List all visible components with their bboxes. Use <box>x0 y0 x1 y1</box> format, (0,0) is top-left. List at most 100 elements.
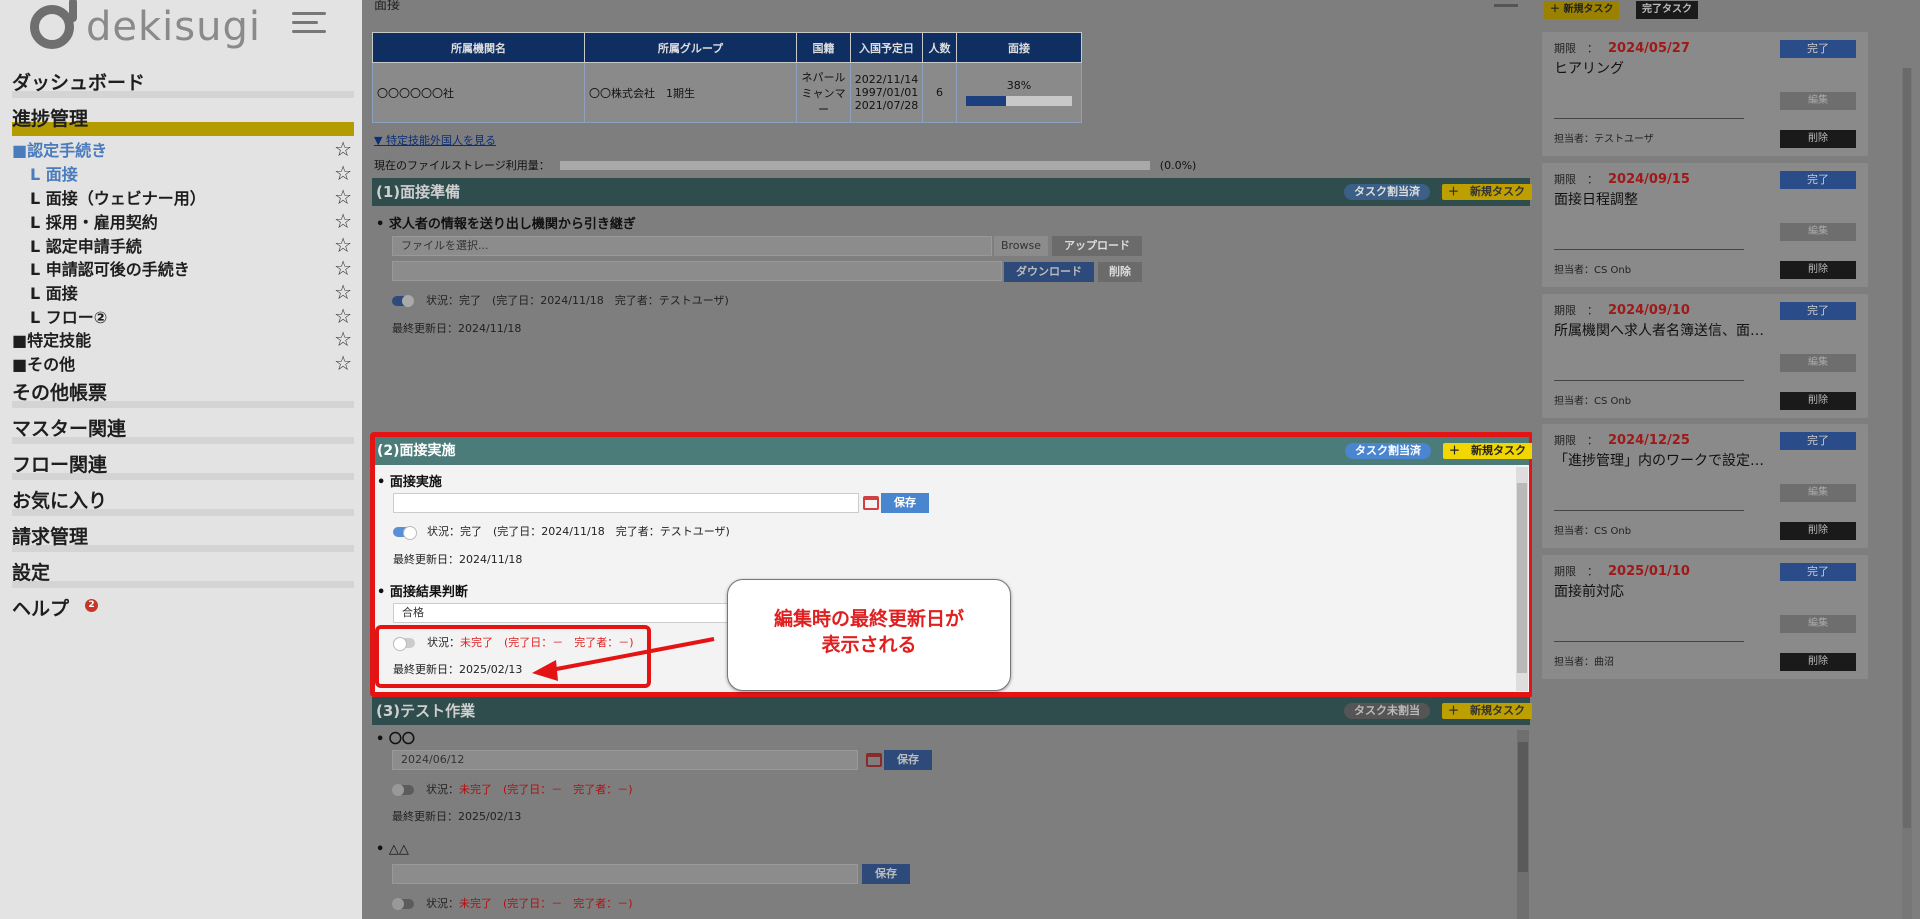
show-workers-link[interactable]: ▼ 特定技能外国人を見る <box>374 132 496 148</box>
logo[interactable]: dekisugi <box>30 0 261 52</box>
sidebar-item-webinar[interactable]: L 面接（ウェビナー用） ☆ <box>30 185 352 209</box>
task-title: ヒアリング <box>1554 61 1624 77</box>
save-button[interactable]: 保存 <box>862 864 910 884</box>
panel-scrollbar[interactable] <box>1902 68 1912 919</box>
new-task-button[interactable]: ＋ 新規タスク <box>1442 703 1536 719</box>
delete-button[interactable]: 削除 <box>1780 130 1856 148</box>
owner-text: 担当者：テストユーザ <box>1554 134 1654 145</box>
cell-group: 〇〇株式会社 1期生 <box>584 62 797 123</box>
calendar-icon[interactable] <box>863 496 879 510</box>
sidebar-item-mensetsu-2[interactable]: L 面接 ☆ <box>30 280 352 304</box>
date-input[interactable]: 2024/06/12 <box>392 750 858 770</box>
star-icon[interactable]: ☆ <box>334 137 352 161</box>
last-updated: 最終更新日：2024/11/18 <box>392 322 522 335</box>
edit-button[interactable]: 編集 <box>1780 92 1856 110</box>
star-icon[interactable]: ☆ <box>334 185 352 209</box>
due-date: 期限 ： 2024/05/27 <box>1554 41 1690 56</box>
edit-button[interactable]: 編集 <box>1780 354 1856 372</box>
delete-button[interactable]: 削除 <box>1780 261 1856 279</box>
new-task-top-button[interactable]: ＋ 新規タスク <box>1544 1 1620 19</box>
callout-annotation: 編集時の最終更新日が 表示される <box>727 579 1011 691</box>
task-card[interactable]: 期限 ： 2025/01/10 面接前対応 完了 編集 担当者：曲沼 削除 <box>1542 555 1868 679</box>
sidebar-item-after-approval[interactable]: L 申請認可後の手続き ☆ <box>30 256 352 280</box>
status-toggle[interactable] <box>393 526 417 540</box>
task-label: • 求人者の情報を送り出し機関から引き継ぎ <box>376 217 636 232</box>
sidebar-item-mensetsu[interactable]: L 面接 ☆ <box>30 161 352 185</box>
nav-billing[interactable]: 請求管理 <box>12 522 354 552</box>
done-tasks-button[interactable]: 完了タスク <box>1636 1 1698 19</box>
status-toggle[interactable] <box>392 898 414 910</box>
star-icon[interactable]: ☆ <box>334 256 352 280</box>
delete-button[interactable]: 削除 <box>1780 653 1856 671</box>
table-row[interactable]: 〇〇〇〇〇〇社 〇〇株式会社 1期生 ネパール ミャンマー 2022/11/14 1… <box>372 62 1082 123</box>
status-toggle[interactable] <box>392 784 414 796</box>
delete-button[interactable]: 削除 <box>1098 262 1142 282</box>
sidebar-item-tokutei[interactable]: ■特定技能 ☆ <box>12 327 352 351</box>
nav-settings[interactable]: 設定 <box>12 558 354 588</box>
sidebar-collapse-icon[interactable] <box>292 12 328 40</box>
task-card[interactable]: 期限 ： 2024/05/27 ヒアリング 完了 編集 担当者：テストユーザ 削除 <box>1542 32 1868 156</box>
due-date: 期限 ： 2024/12/25 <box>1554 433 1690 448</box>
table-header: 入国予定日 <box>850 32 923 63</box>
complete-button[interactable]: 完了 <box>1780 432 1856 450</box>
edit-button[interactable]: 編集 <box>1780 615 1856 633</box>
sidebar-item-application[interactable]: L 認定申請手続 ☆ <box>30 233 352 257</box>
sidebar-item-nintei[interactable]: ■認定手続き ☆ <box>12 137 352 161</box>
edit-button[interactable]: 編集 <box>1780 484 1856 502</box>
star-icon[interactable]: ☆ <box>334 161 352 185</box>
complete-button[interactable]: 完了 <box>1780 302 1856 320</box>
file-input[interactable]: ファイルを選択... <box>392 236 992 256</box>
table-header: 面接 <box>956 32 1082 63</box>
nav-flow[interactable]: フロー関連 <box>12 450 354 480</box>
text-input[interactable] <box>392 864 858 884</box>
section1-header: (1)面接準備 タスク割当済 ＋ 新規タスク <box>372 178 1536 206</box>
star-icon[interactable]: ☆ <box>334 327 352 351</box>
complete-button[interactable]: 完了 <box>1780 171 1856 189</box>
sidebar-item-flow2[interactable]: L フロー② ☆ <box>30 304 352 328</box>
menu-icon[interactable] <box>1494 0 1526 12</box>
delete-button[interactable]: 削除 <box>1780 522 1856 540</box>
task-assigned-pill[interactable]: タスク割当済 <box>1345 443 1431 459</box>
star-icon[interactable]: ☆ <box>334 304 352 328</box>
upload-button[interactable]: アップロード <box>1052 236 1142 256</box>
calendar-icon[interactable] <box>866 753 882 767</box>
nav-other-forms[interactable]: その他帳票 <box>12 378 354 408</box>
complete-button[interactable]: 完了 <box>1780 563 1856 581</box>
storage-usage: 現在のファイルストレージ利用量： (0.0%) <box>374 158 1197 173</box>
star-icon[interactable]: ☆ <box>334 280 352 304</box>
section-scrollbar[interactable] <box>1516 467 1528 691</box>
download-button[interactable]: ダウンロード <box>1004 262 1094 282</box>
nav-favorites[interactable]: お気に入り <box>12 486 354 516</box>
task-assigned-pill[interactable]: タスク割当済 <box>1344 184 1430 200</box>
nav-progress[interactable]: 進捗管理 <box>12 104 354 136</box>
new-task-button[interactable]: ＋ 新規タスク <box>1443 443 1537 459</box>
star-icon[interactable]: ☆ <box>334 233 352 257</box>
new-task-button[interactable]: ＋ 新規タスク <box>1442 184 1536 200</box>
delete-button[interactable]: 削除 <box>1780 392 1856 410</box>
save-button[interactable]: 保存 <box>881 493 929 513</box>
nav-help[interactable]: ヘルプ 2 <box>12 594 354 621</box>
table-header: 人数 <box>922 32 957 63</box>
result-select[interactable]: 合格 <box>393 603 733 623</box>
nav-master[interactable]: マスター関連 <box>12 414 354 444</box>
task-card[interactable]: 期限 ： 2024/09/10 所属機関へ求人者名簿送信、面… 完了 編集 担当者… <box>1542 294 1868 418</box>
task-card[interactable]: 期限 ： 2024/09/15 面接日程調整 完了 編集 担当者：CS Onb 削… <box>1542 163 1868 287</box>
star-icon[interactable]: ☆ <box>334 351 352 375</box>
table-header: 所属グループ <box>584 32 797 63</box>
task-unassigned-pill[interactable]: タスク未割当 <box>1344 703 1430 719</box>
save-button[interactable]: 保存 <box>884 750 932 770</box>
star-icon[interactable]: ☆ <box>334 209 352 233</box>
task-card[interactable]: 期限 ： 2024/12/25 「進捗管理」内のワークで設定… 完了 編集 担当者… <box>1542 424 1868 548</box>
task-title: 「進捗管理」内のワークで設定… <box>1554 453 1764 469</box>
section2-header: (2)面接実施 タスク割当済 ＋ 新規タスク <box>375 437 1537 465</box>
nav-dashboard[interactable]: ダッシュボード <box>12 68 354 98</box>
status-toggle[interactable] <box>392 295 414 307</box>
sidebar-item-hiring[interactable]: L 採用・雇用契約 ☆ <box>30 209 352 233</box>
sidebar-item-other[interactable]: ■その他 ☆ <box>12 351 352 375</box>
logo-mark-icon <box>30 0 77 49</box>
complete-button[interactable]: 完了 <box>1780 40 1856 58</box>
browse-button[interactable]: Browse <box>994 236 1048 256</box>
section-scrollbar[interactable] <box>1517 730 1529 919</box>
edit-button[interactable]: 編集 <box>1780 223 1856 241</box>
text-input[interactable] <box>393 493 859 513</box>
